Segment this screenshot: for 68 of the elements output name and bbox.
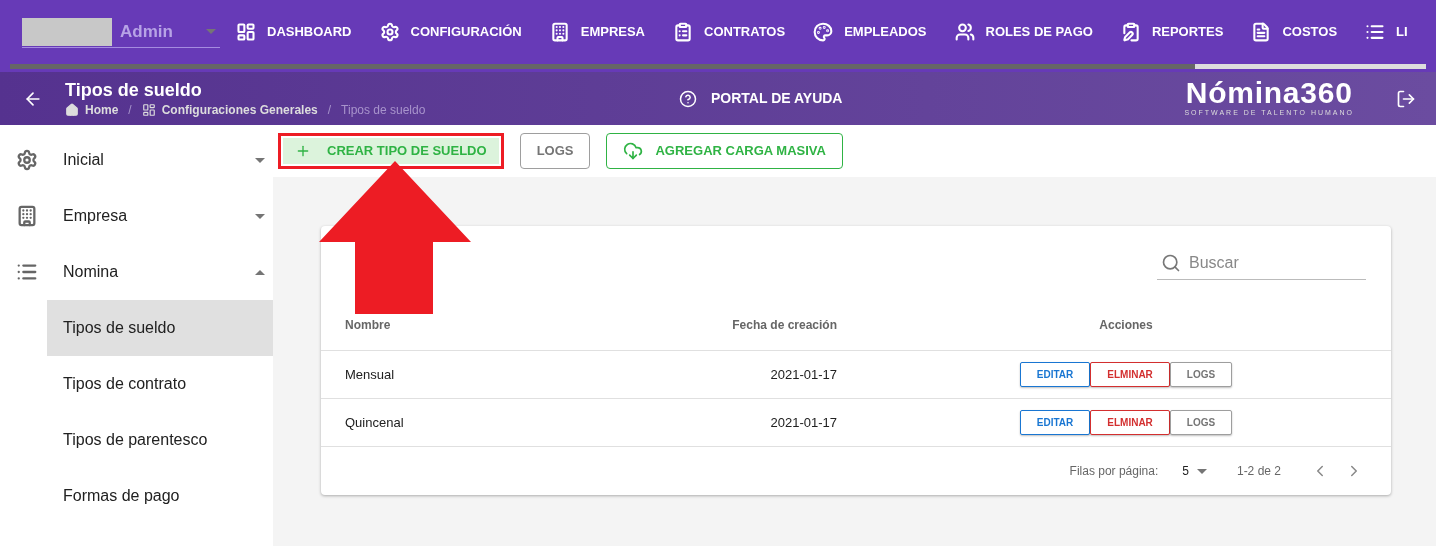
home-icon [65, 102, 79, 117]
sidebar-item[interactable]: Inicial [0, 132, 273, 188]
column-header: Fecha de creación [731, 317, 838, 334]
page-title: Tipos de sueldo [65, 78, 203, 101]
sidebar-subitem[interactable]: Tipos de contrato [47, 356, 273, 412]
table-cell-text: Quincenal [344, 413, 405, 432]
column-header: Nombre [344, 317, 392, 334]
breadcrumb-separator: / [128, 101, 132, 119]
sidebar-item[interactable]: Empresa [0, 188, 273, 244]
dashboard-icon [236, 22, 256, 42]
row-action-button[interactable]: EDITAR [1019, 362, 1091, 387]
dashboard-icon [141, 102, 156, 117]
settings-icon [379, 22, 400, 42]
breadcrumb-link[interactable]: Home [85, 100, 119, 119]
help-link[interactable]: PORTAL DE AYUDA [679, 88, 843, 109]
nav-link[interactable]: CONFIGURACIÓN [379, 22, 522, 42]
current-page-label: Tipos de sueldo [341, 101, 426, 119]
rows-per-page-select[interactable]: 5 [1182, 462, 1207, 480]
cloud-download-icon [623, 141, 644, 161]
plus-icon [295, 143, 311, 159]
sidebar-subitem[interactable]: Tipos de sueldo [47, 300, 273, 356]
sidebar-subitem[interactable]: Formas de pago [47, 468, 273, 524]
nav-link[interactable]: LI [1365, 22, 1408, 42]
building-icon [16, 205, 38, 227]
settings-icon [16, 149, 38, 171]
nav-link[interactable]: ROLES DE PAGO [954, 22, 1093, 42]
list-icon [16, 261, 38, 283]
table-cell-text: 2021-01-17 [769, 413, 838, 432]
sidebar-item[interactable]: Nomina [0, 244, 273, 300]
rows-per-page-label: Filas por página: [1069, 463, 1159, 480]
caret-icon [1196, 468, 1207, 474]
table-cell-text: 2021-01-17 [769, 365, 838, 384]
breadcrumb-link[interactable]: Configuraciones Generales [161, 100, 318, 119]
page-range: 1-2 de 2 [1236, 463, 1281, 480]
expand-icon [255, 157, 265, 163]
document-icon [1251, 22, 1272, 42]
table-cell-text: Mensual [344, 365, 396, 384]
row-action-button[interactable]: EDITAR [1019, 410, 1091, 435]
clipboard-icon [673, 22, 693, 42]
nav-link[interactable]: COSTOS [1251, 22, 1338, 42]
search-field[interactable]: Buscar [1189, 250, 1359, 275]
caret-icon [206, 29, 216, 34]
row-action-button[interactable]: LOGS [1169, 362, 1233, 387]
palette-icon [813, 22, 834, 42]
nav-link[interactable]: EMPLEADOS [813, 22, 927, 42]
sidebar-subitem[interactable]: Tipos de parentesco [47, 412, 273, 468]
logout-icon[interactable] [1396, 88, 1416, 109]
building-icon [549, 22, 570, 42]
breadcrumb-separator: / [327, 101, 332, 119]
row-action-button[interactable]: LOGS [1169, 410, 1233, 435]
nav-link[interactable]: REPORTES [1120, 22, 1224, 42]
logs-button[interactable]: LOGS [519, 133, 591, 169]
scrollbar-thumb[interactable] [1195, 64, 1426, 69]
nav-link[interactable]: DASHBOARD [236, 22, 352, 42]
users-icon [954, 22, 975, 42]
row-action-button[interactable]: ELMINAR [1090, 410, 1170, 435]
collapse-icon [255, 269, 265, 275]
expand-icon [255, 213, 265, 219]
row-action-button[interactable]: ELMINAR [1090, 362, 1170, 387]
nav-link[interactable]: CONTRATOS [673, 22, 786, 42]
select-value: Admin [120, 20, 173, 43]
logo-name: Nómina360 [1185, 78, 1353, 109]
nav-link[interactable]: EMPRESA [549, 22, 645, 42]
clipboard-icon [1120, 22, 1141, 42]
search-icon [1161, 252, 1181, 273]
help-icon [679, 89, 697, 108]
list-icon [1365, 22, 1386, 42]
column-header: Acciones [1098, 317, 1154, 334]
